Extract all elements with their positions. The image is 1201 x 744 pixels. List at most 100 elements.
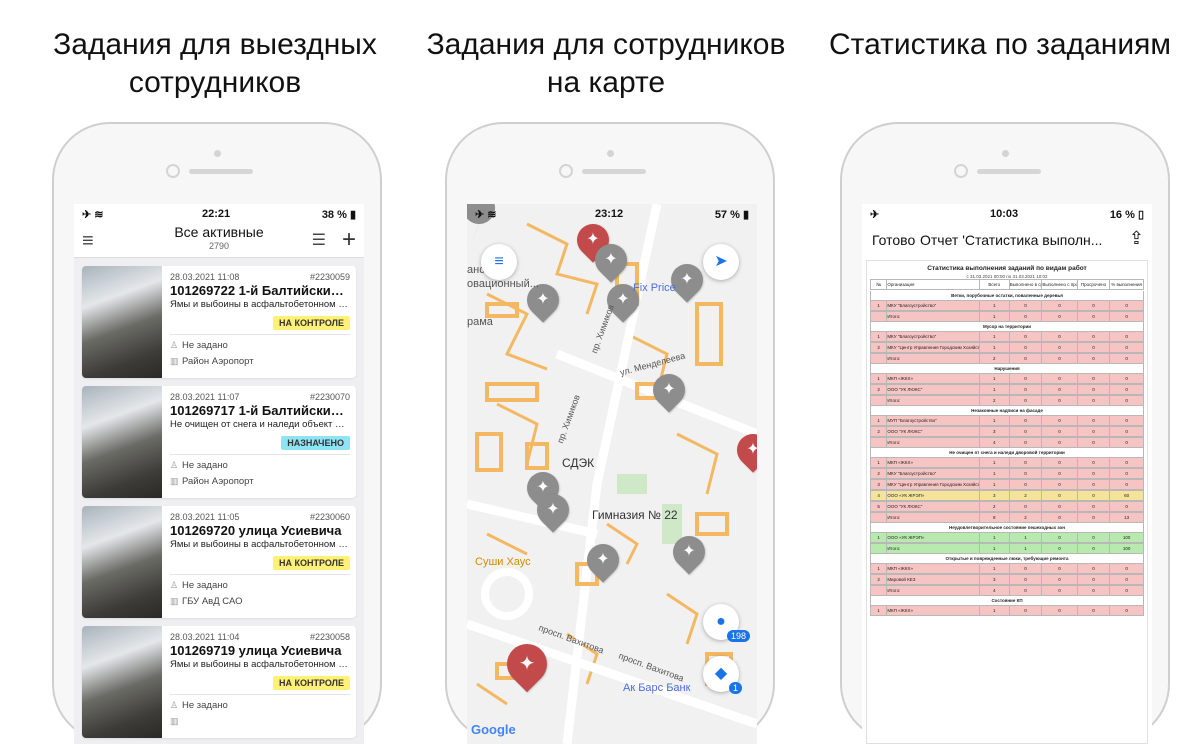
table-cell: 0 (1010, 343, 1043, 352)
table-cell: 100 (1122, 546, 1131, 551)
section-heading: Ветки, порубочные остатки, поваленные де… (870, 291, 1144, 300)
task-date: 28.03.2021 11:05 (170, 512, 240, 522)
table-cell: МКП «ЖКХ» (887, 564, 980, 573)
table-cell: 0 (1010, 606, 1043, 615)
task-card[interactable]: 28.03.2021 11:07 #2230070 101269717 1-й … (82, 386, 356, 498)
task-title: 101269722 1-й Балтийский п... (170, 283, 350, 298)
task-pin-icon[interactable]: ✦ (580, 537, 626, 583)
task-pin-icon[interactable]: ✦ (646, 367, 692, 413)
locate-fab[interactable]: ➤ (703, 244, 739, 280)
table-cell: 0 (1078, 301, 1111, 310)
building-icon: ▥ (170, 356, 179, 366)
done-button[interactable]: Готово (872, 232, 915, 248)
table-cell: 1 (871, 458, 888, 467)
table-cell: 0 (1010, 469, 1043, 478)
task-description: Ямы и выбоины в асфальтобетонном по... (170, 539, 350, 550)
table-cell: 1 (980, 374, 1010, 383)
table-cell: 0 (1125, 577, 1128, 582)
map-label: Гимназия № 22 (592, 508, 678, 522)
table-cell: 1 (980, 385, 1010, 394)
task-pin-icon[interactable]: ✦ (498, 635, 556, 693)
task-number: #2230059 (309, 272, 350, 282)
table-cell: МКП «ЖКХ» (887, 374, 980, 383)
table-cell: 1 (980, 343, 1010, 352)
task-number: #2230070 (309, 392, 350, 402)
airplane-wifi-icon: ✈ ≋ (475, 209, 497, 221)
table-row: 1 ООО «УК ЖРЭП» 1 1 0 0 100 (870, 532, 1144, 543)
sort-icon[interactable]: ☰ (312, 230, 326, 250)
assignee: ♙ Не задано (170, 700, 228, 711)
table-cell: 0 (1125, 460, 1128, 465)
table-row: 1 МКП «ЖКХ» 1 0 0 0 0 (870, 563, 1144, 574)
table-cell: 0 (1042, 301, 1078, 310)
report-title: Отчет 'Статистика выполн... (920, 232, 1103, 248)
table-cell: 1 (980, 480, 1010, 489)
table-cell: МКУ "Центр Управления Городским Хозяйств… (887, 480, 980, 489)
table-cell (871, 586, 888, 595)
table-cell: 2 (980, 502, 1010, 511)
table-cell: 0 (1042, 396, 1078, 405)
table-cell: Итого: (887, 544, 980, 553)
task-photo (82, 506, 162, 618)
table-cell: 1 (871, 564, 888, 573)
table-cell: МКП «ЖКХ» (887, 606, 980, 615)
table-cell: 100 (1122, 535, 1131, 540)
table-cell: 1 (1010, 533, 1043, 542)
task-card[interactable]: 28.03.2021 11:04 #2230058 101269719 улиц… (82, 626, 356, 738)
table-cell: 0 (1078, 438, 1111, 447)
table-cell: 4 (871, 491, 888, 500)
table-cell: 0 (1078, 502, 1111, 511)
table-cell: МКУ "Благоустройство" (887, 332, 980, 341)
table-cell: 0 (1078, 564, 1111, 573)
task-photo (82, 266, 162, 378)
task-pin-icon[interactable]: ✦ (666, 529, 712, 575)
table-cell: Выполнено с просрочкой (1042, 280, 1078, 289)
task-number: #2230058 (309, 632, 350, 642)
table-cell: 0 (1078, 575, 1111, 584)
status-badge: НАЗНАЧЕНО (281, 436, 350, 450)
table-cell: 0 (1125, 504, 1128, 509)
status-bar: ✈ ≋ 22:21 38 % ▮ (74, 204, 364, 224)
table-row: Итого: 4 0 0 0 0 (870, 437, 1144, 448)
table-cell: 0 (1042, 513, 1078, 522)
add-icon[interactable]: + (342, 226, 356, 254)
table-cell (871, 312, 888, 321)
share-icon[interactable]: ⇪ (1129, 228, 1144, 249)
table-cell: 0 (1078, 374, 1111, 383)
assignee: ♙ Не задано (170, 340, 228, 351)
task-card[interactable]: 28.03.2021 11:05 #2230060 101269720 улиц… (82, 506, 356, 618)
person-icon: ♙ (170, 340, 179, 350)
table-header-row: №ОрганизацияВсегоВыполнено в срокВыполне… (870, 279, 1144, 290)
table-cell: Итого: (887, 354, 980, 363)
report-screen: ✈ 10:03 16 % ▯ Готово Отчет 'Статистика … (862, 204, 1152, 744)
table-cell: МКУ "Благоустройство" (887, 301, 980, 310)
table-cell: 8 (980, 513, 1010, 522)
sensor-dot (559, 164, 573, 178)
table-cell: МКП «ЖКХ» (887, 458, 980, 467)
table-cell: 0 (1078, 396, 1111, 405)
table-cell: 3 (980, 575, 1010, 584)
report-document[interactable]: Статистика выполнения заданий по видам р… (866, 260, 1148, 744)
task-pin-icon[interactable]: ✦ (530, 487, 576, 533)
table-cell: 0 (1042, 491, 1078, 500)
table-cell: 2 (871, 427, 888, 436)
district: ▥ ГБУ АвД САО (170, 596, 243, 607)
menu-fab[interactable]: ≡ (481, 244, 517, 280)
status-bar: ✈ 10:03 16 % ▯ (862, 204, 1152, 224)
status-badge: НА КОНТРОЛЕ (273, 316, 350, 330)
table-cell (871, 544, 888, 553)
table-cell: 0 (1042, 533, 1078, 542)
table-cell: 0 (1010, 396, 1043, 405)
table-cell: 0 (1042, 354, 1078, 363)
table-cell: 0 (1010, 438, 1043, 447)
table-cell: 2 (1010, 491, 1043, 500)
table-cell: 1 (980, 469, 1010, 478)
table-cell: 1 (871, 606, 888, 615)
table-cell: 0 (1010, 374, 1043, 383)
task-pin-icon[interactable]: ✦ (588, 237, 634, 283)
table-cell (871, 438, 888, 447)
section-heading: Мусор на территории (870, 322, 1144, 331)
task-card[interactable]: 28.03.2021 11:08 #2230059 101269722 1-й … (82, 266, 356, 378)
status-time: 10:03 (990, 208, 1019, 220)
table-cell: 0 (1125, 418, 1128, 423)
